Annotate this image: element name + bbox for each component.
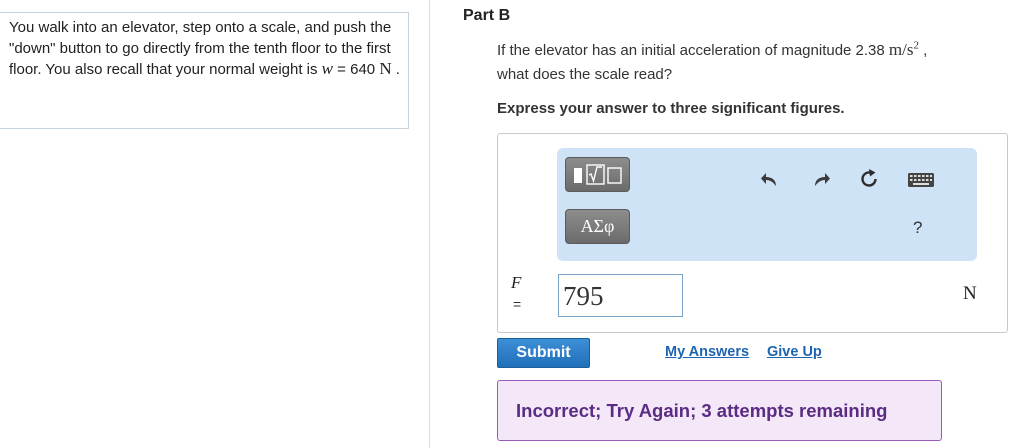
feedback-text: Incorrect; Try Again; 3 attempts remaini… xyxy=(516,400,888,421)
question-comma: , xyxy=(918,42,928,59)
column-divider xyxy=(429,0,430,448)
redo-icon[interactable] xyxy=(809,168,833,192)
question-line-2: what does the scale read? xyxy=(497,66,673,83)
answer-input[interactable]: 795 xyxy=(558,274,683,317)
problem-statement: You walk into an elevator, step onto a s… xyxy=(9,18,401,81)
weight-unit: N xyxy=(379,59,392,78)
greek-symbols-button[interactable]: ΑΣφ xyxy=(565,209,630,244)
question-line-1: If the elevator has an initial accelerat… xyxy=(497,42,889,59)
answer-unit: N xyxy=(963,283,977,304)
submit-button[interactable]: Submit xyxy=(497,338,590,368)
instruction-text: Express your answer to three significant… xyxy=(497,100,845,117)
help-button[interactable]: ? xyxy=(913,218,922,238)
reset-icon[interactable] xyxy=(857,167,881,191)
templates-button[interactable] xyxy=(565,157,630,192)
unit-base: m/s xyxy=(888,40,914,59)
part-title: Part B xyxy=(463,7,511,24)
give-up-link[interactable]: Give Up xyxy=(767,344,822,360)
question-text: If the elevator has an initial accelerat… xyxy=(497,38,1017,87)
templates-icon xyxy=(573,163,622,185)
problem-text-end: . xyxy=(391,61,400,78)
acceleration-unit: m/s2 xyxy=(889,40,919,59)
feedback-box: Incorrect; Try Again; 3 attempts remaini… xyxy=(497,380,942,441)
answer-equals: = xyxy=(513,296,522,312)
keyboard-icon[interactable] xyxy=(906,168,936,192)
weight-variable: w xyxy=(321,59,334,78)
weight-value: = 640 xyxy=(333,61,380,78)
my-answers-link[interactable]: My Answers xyxy=(665,344,749,360)
undo-icon[interactable] xyxy=(758,168,782,192)
answer-variable: F xyxy=(511,273,522,292)
